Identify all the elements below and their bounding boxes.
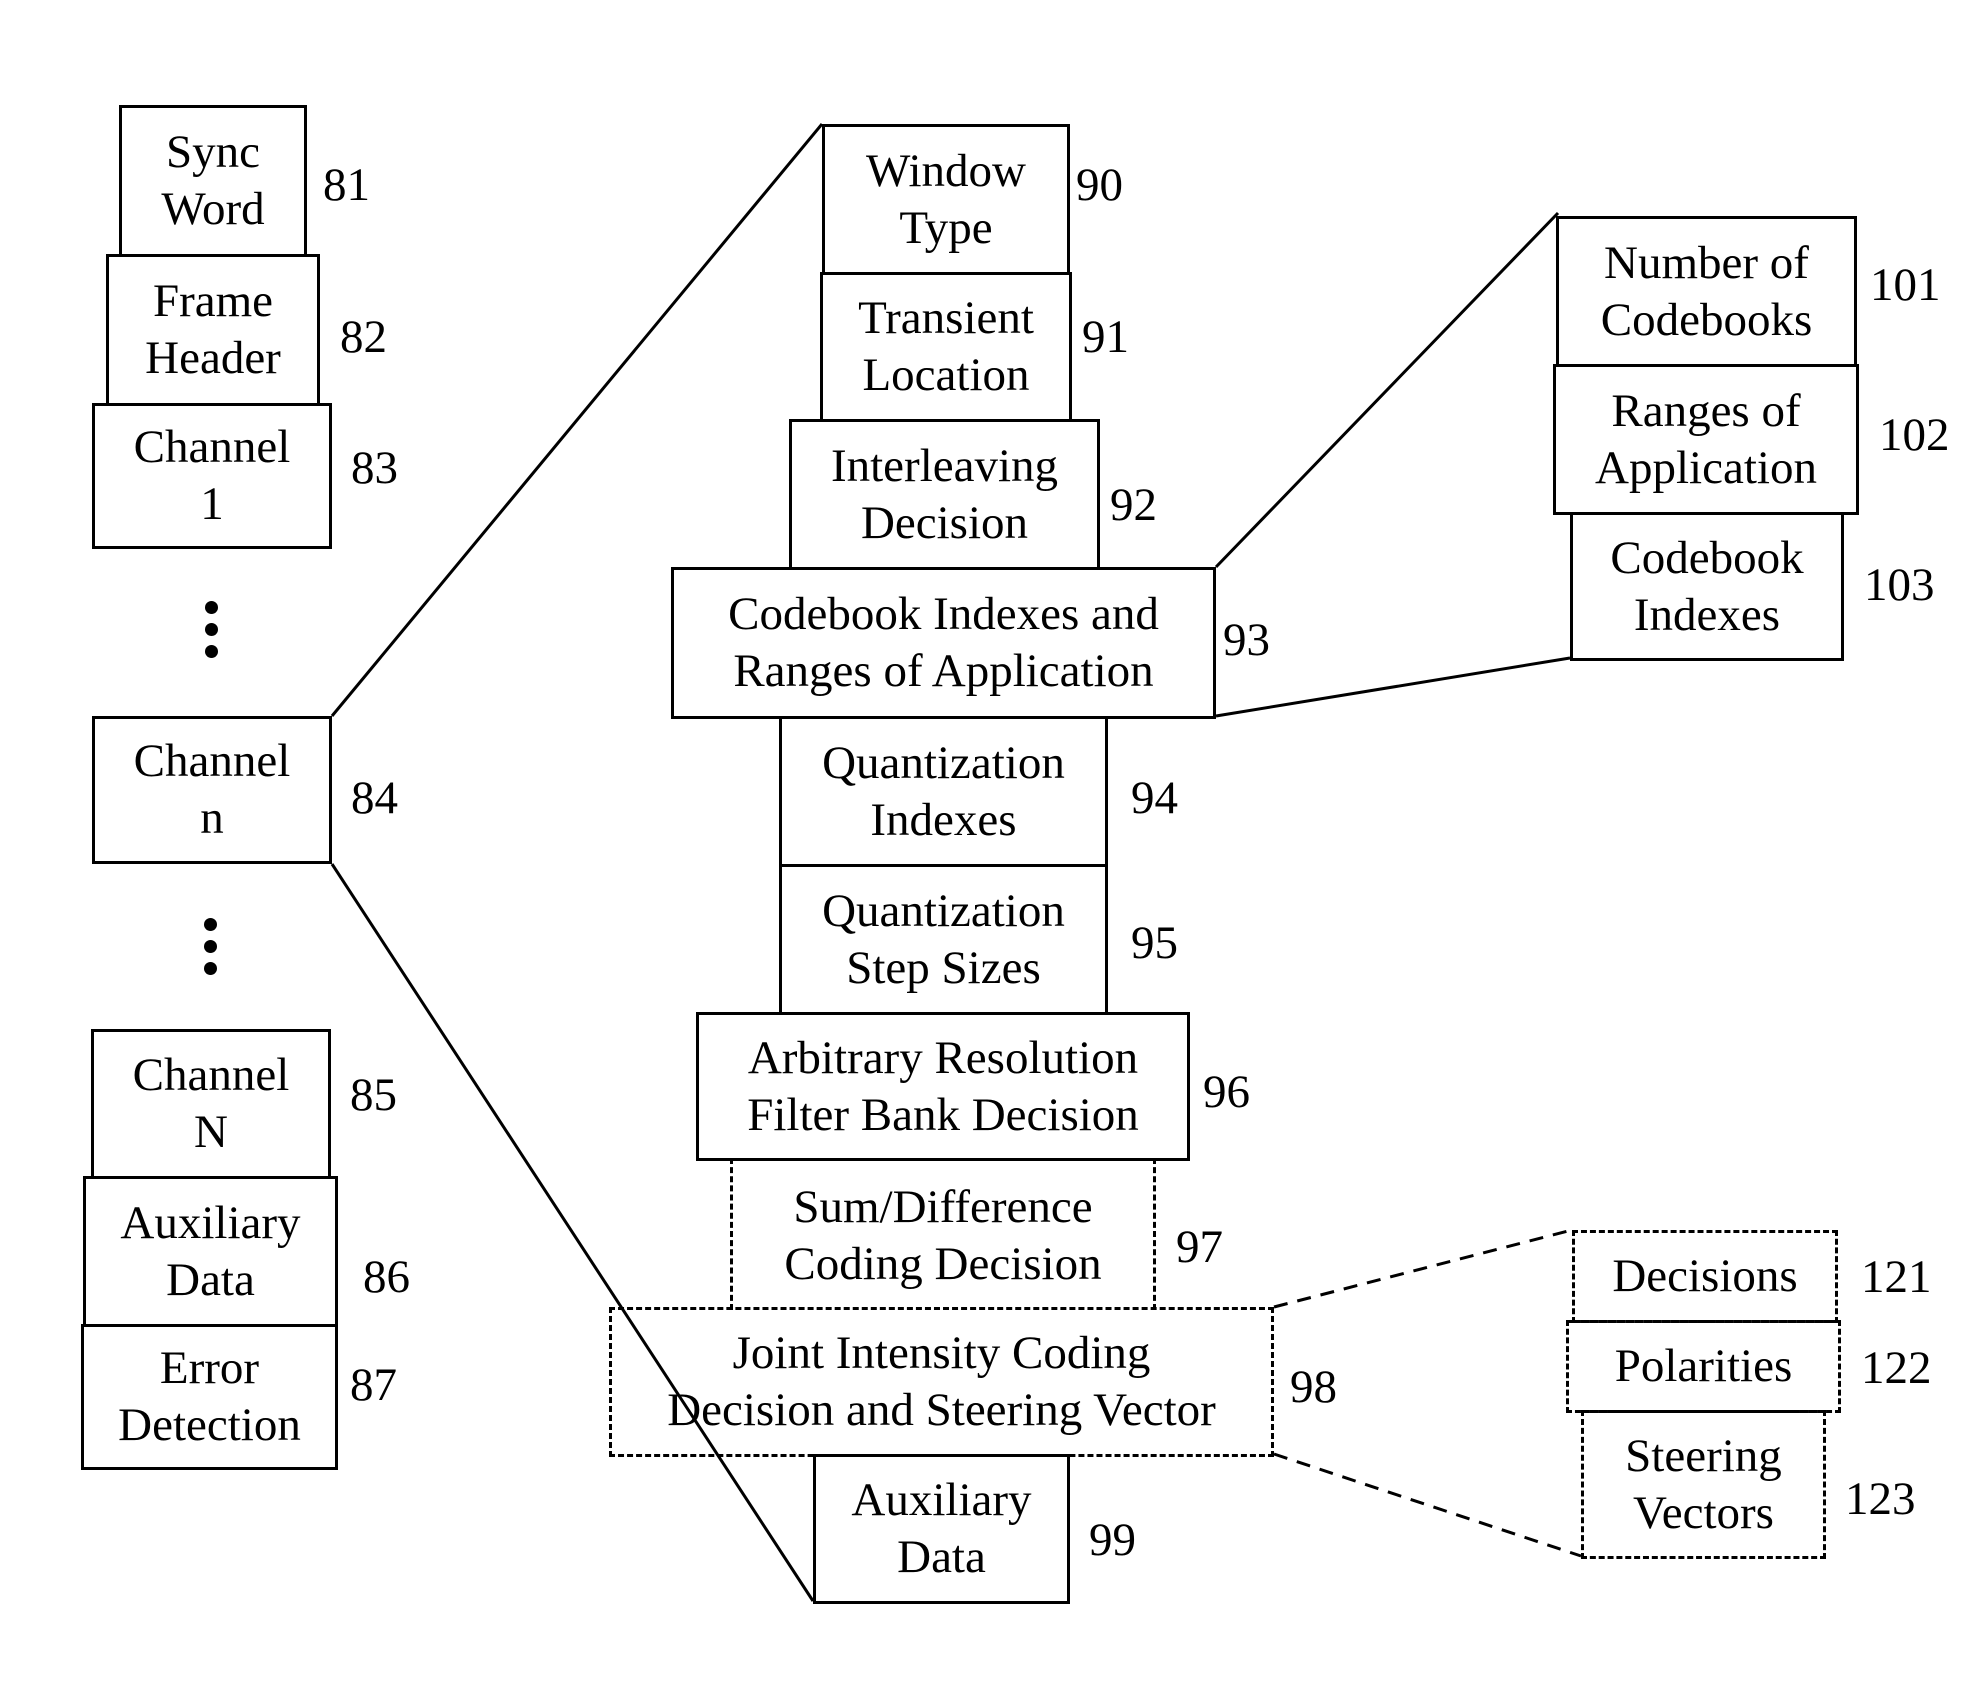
expansion-line-98-top [1273, 1228, 1573, 1309]
ref-number-91: 91 [1082, 311, 1129, 363]
ref-number-122: 122 [1861, 1342, 1932, 1394]
field-box-81: Sync Word [119, 105, 307, 257]
ref-number-99: 99 [1089, 1514, 1136, 1566]
field-box-85: Channel N [91, 1029, 331, 1179]
field-box-94: Quantization Indexes [779, 716, 1108, 867]
field-box-123: Steering Vectors [1581, 1410, 1826, 1559]
ref-number-95: 95 [1131, 917, 1178, 969]
field-box-92: Interleaving Decision [789, 419, 1100, 570]
ellipsis-dot [204, 918, 217, 931]
ref-number-123: 123 [1845, 1473, 1916, 1525]
ref-number-90: 90 [1076, 159, 1123, 211]
ellipsis-dot [204, 940, 217, 953]
field-box-93: Codebook Indexes and Ranges of Applicati… [671, 567, 1216, 719]
ref-number-102: 102 [1879, 409, 1950, 461]
ellipsis-dot [204, 962, 217, 975]
ref-number-85: 85 [350, 1069, 397, 1121]
ref-number-81: 81 [323, 159, 370, 211]
field-box-101: Number of Codebooks [1556, 216, 1857, 367]
field-box-95: Quantization Step Sizes [779, 864, 1108, 1015]
field-box-86: Auxiliary Data [83, 1176, 338, 1327]
ellipsis-dot [205, 645, 218, 658]
ref-number-121: 121 [1861, 1251, 1932, 1303]
ellipsis-dot [205, 623, 218, 636]
field-box-122: Polarities [1566, 1320, 1841, 1413]
expansion-line-98-bottom [1273, 1452, 1582, 1558]
ref-number-86: 86 [363, 1251, 410, 1303]
field-box-102: Ranges of Application [1553, 364, 1859, 515]
ref-number-82: 82 [340, 311, 387, 363]
field-box-82: Frame Header [106, 254, 320, 406]
ref-number-87: 87 [350, 1359, 397, 1411]
field-box-90: Window Type [822, 124, 1070, 275]
ellipsis-dot [205, 601, 218, 614]
field-box-103: Codebook Indexes [1570, 512, 1844, 661]
expansion-line-93-top [1214, 211, 1560, 569]
field-box-87: Error Detection [81, 1324, 338, 1470]
ref-number-94: 94 [1131, 772, 1178, 824]
field-box-97: Sum/Difference Coding Decision [730, 1158, 1156, 1310]
field-box-91: Transient Location [820, 272, 1072, 422]
ref-number-93: 93 [1223, 614, 1270, 666]
ref-number-83: 83 [351, 442, 398, 494]
field-box-84: Channel n [92, 716, 332, 864]
ref-number-96: 96 [1203, 1066, 1250, 1118]
ref-number-103: 103 [1864, 559, 1935, 611]
field-box-96: Arbitrary Resolution Filter Bank Decisio… [696, 1012, 1190, 1161]
field-box-99: Auxiliary Data [813, 1454, 1070, 1604]
field-box-121: Decisions [1572, 1230, 1838, 1323]
ref-number-101: 101 [1870, 259, 1941, 311]
expansion-line-93-bottom [1215, 656, 1571, 718]
field-box-83: Channel 1 [92, 403, 332, 549]
field-box-98: Joint Intensity Coding Decision and Stee… [609, 1307, 1274, 1457]
ref-number-98: 98 [1290, 1361, 1337, 1413]
ref-number-92: 92 [1110, 479, 1157, 531]
ref-number-97: 97 [1176, 1221, 1223, 1273]
ref-number-84: 84 [351, 772, 398, 824]
